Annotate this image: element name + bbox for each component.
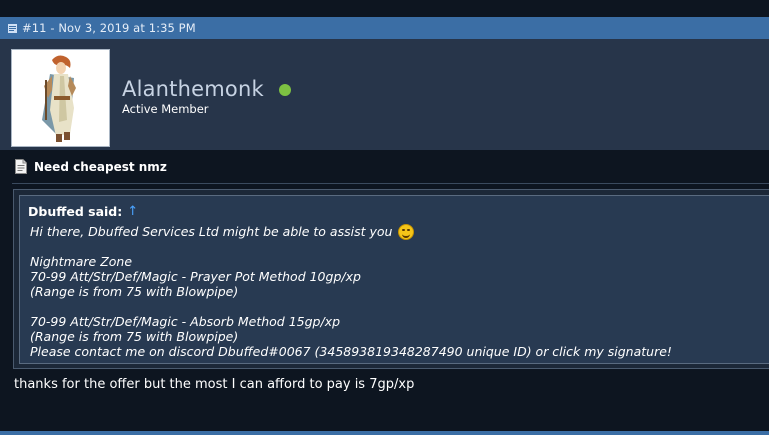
thread-title-row: Need cheapest nmz	[15, 159, 167, 174]
user-panel: Alanthemonk Active Member	[0, 39, 769, 150]
quote-line: Hi there, Dbuffed Services Ltd might be …	[30, 224, 672, 240]
quote-line: Please contact me on discord Dbuffed#006…	[30, 344, 672, 359]
divider	[12, 183, 769, 184]
reply-text: thanks for the offer but the most I can …	[14, 377, 415, 392]
quote-line: 70-99 Att/Str/Def/Magic - Absorb Method …	[30, 314, 341, 329]
user-title: Active Member	[122, 102, 209, 116]
avatar[interactable]	[11, 49, 110, 147]
quote-body: Hi there, Dbuffed Services Ltd might be …	[30, 224, 672, 359]
post-content: Need cheapest nmz Dbuffed said: ↑ Hi the…	[0, 150, 769, 435]
quote-line: (Range is from 75 with Blowpipe)	[30, 284, 239, 299]
online-status-icon	[278, 84, 291, 96]
quote-author-row: Dbuffed said: ↑	[28, 204, 138, 219]
document-icon	[15, 159, 27, 174]
post-permalink[interactable]: #11 - Nov 3, 2019 at 1:35 PM	[22, 21, 196, 35]
post-header: #11 - Nov 3, 2019 at 1:35 PM	[0, 17, 769, 39]
post-icon	[8, 23, 17, 33]
grin-emoji-icon	[398, 224, 415, 240]
thread-title: Need cheapest nmz	[34, 159, 167, 174]
top-strip	[0, 0, 769, 17]
quote-line	[30, 299, 672, 314]
quote-line: Nightmare Zone	[30, 254, 133, 269]
next-post-header	[0, 431, 769, 435]
username-row: Alanthemonk	[122, 77, 291, 101]
avatar-image	[12, 50, 109, 146]
quote-inner: Dbuffed said: ↑ Hi there, Dbuffed Servic…	[19, 195, 769, 364]
quote-block: Dbuffed said: ↑ Hi there, Dbuffed Servic…	[13, 189, 769, 369]
quote-source-arrow-icon[interactable]: ↑	[127, 204, 138, 219]
quote-line	[30, 239, 672, 254]
quote-line: 70-99 Att/Str/Def/Magic - Prayer Pot Met…	[30, 269, 361, 284]
quote-author: Dbuffed said:	[28, 204, 123, 219]
username-link[interactable]: Alanthemonk	[122, 77, 264, 101]
quote-line: (Range is from 75 with Blowpipe)	[30, 329, 239, 344]
